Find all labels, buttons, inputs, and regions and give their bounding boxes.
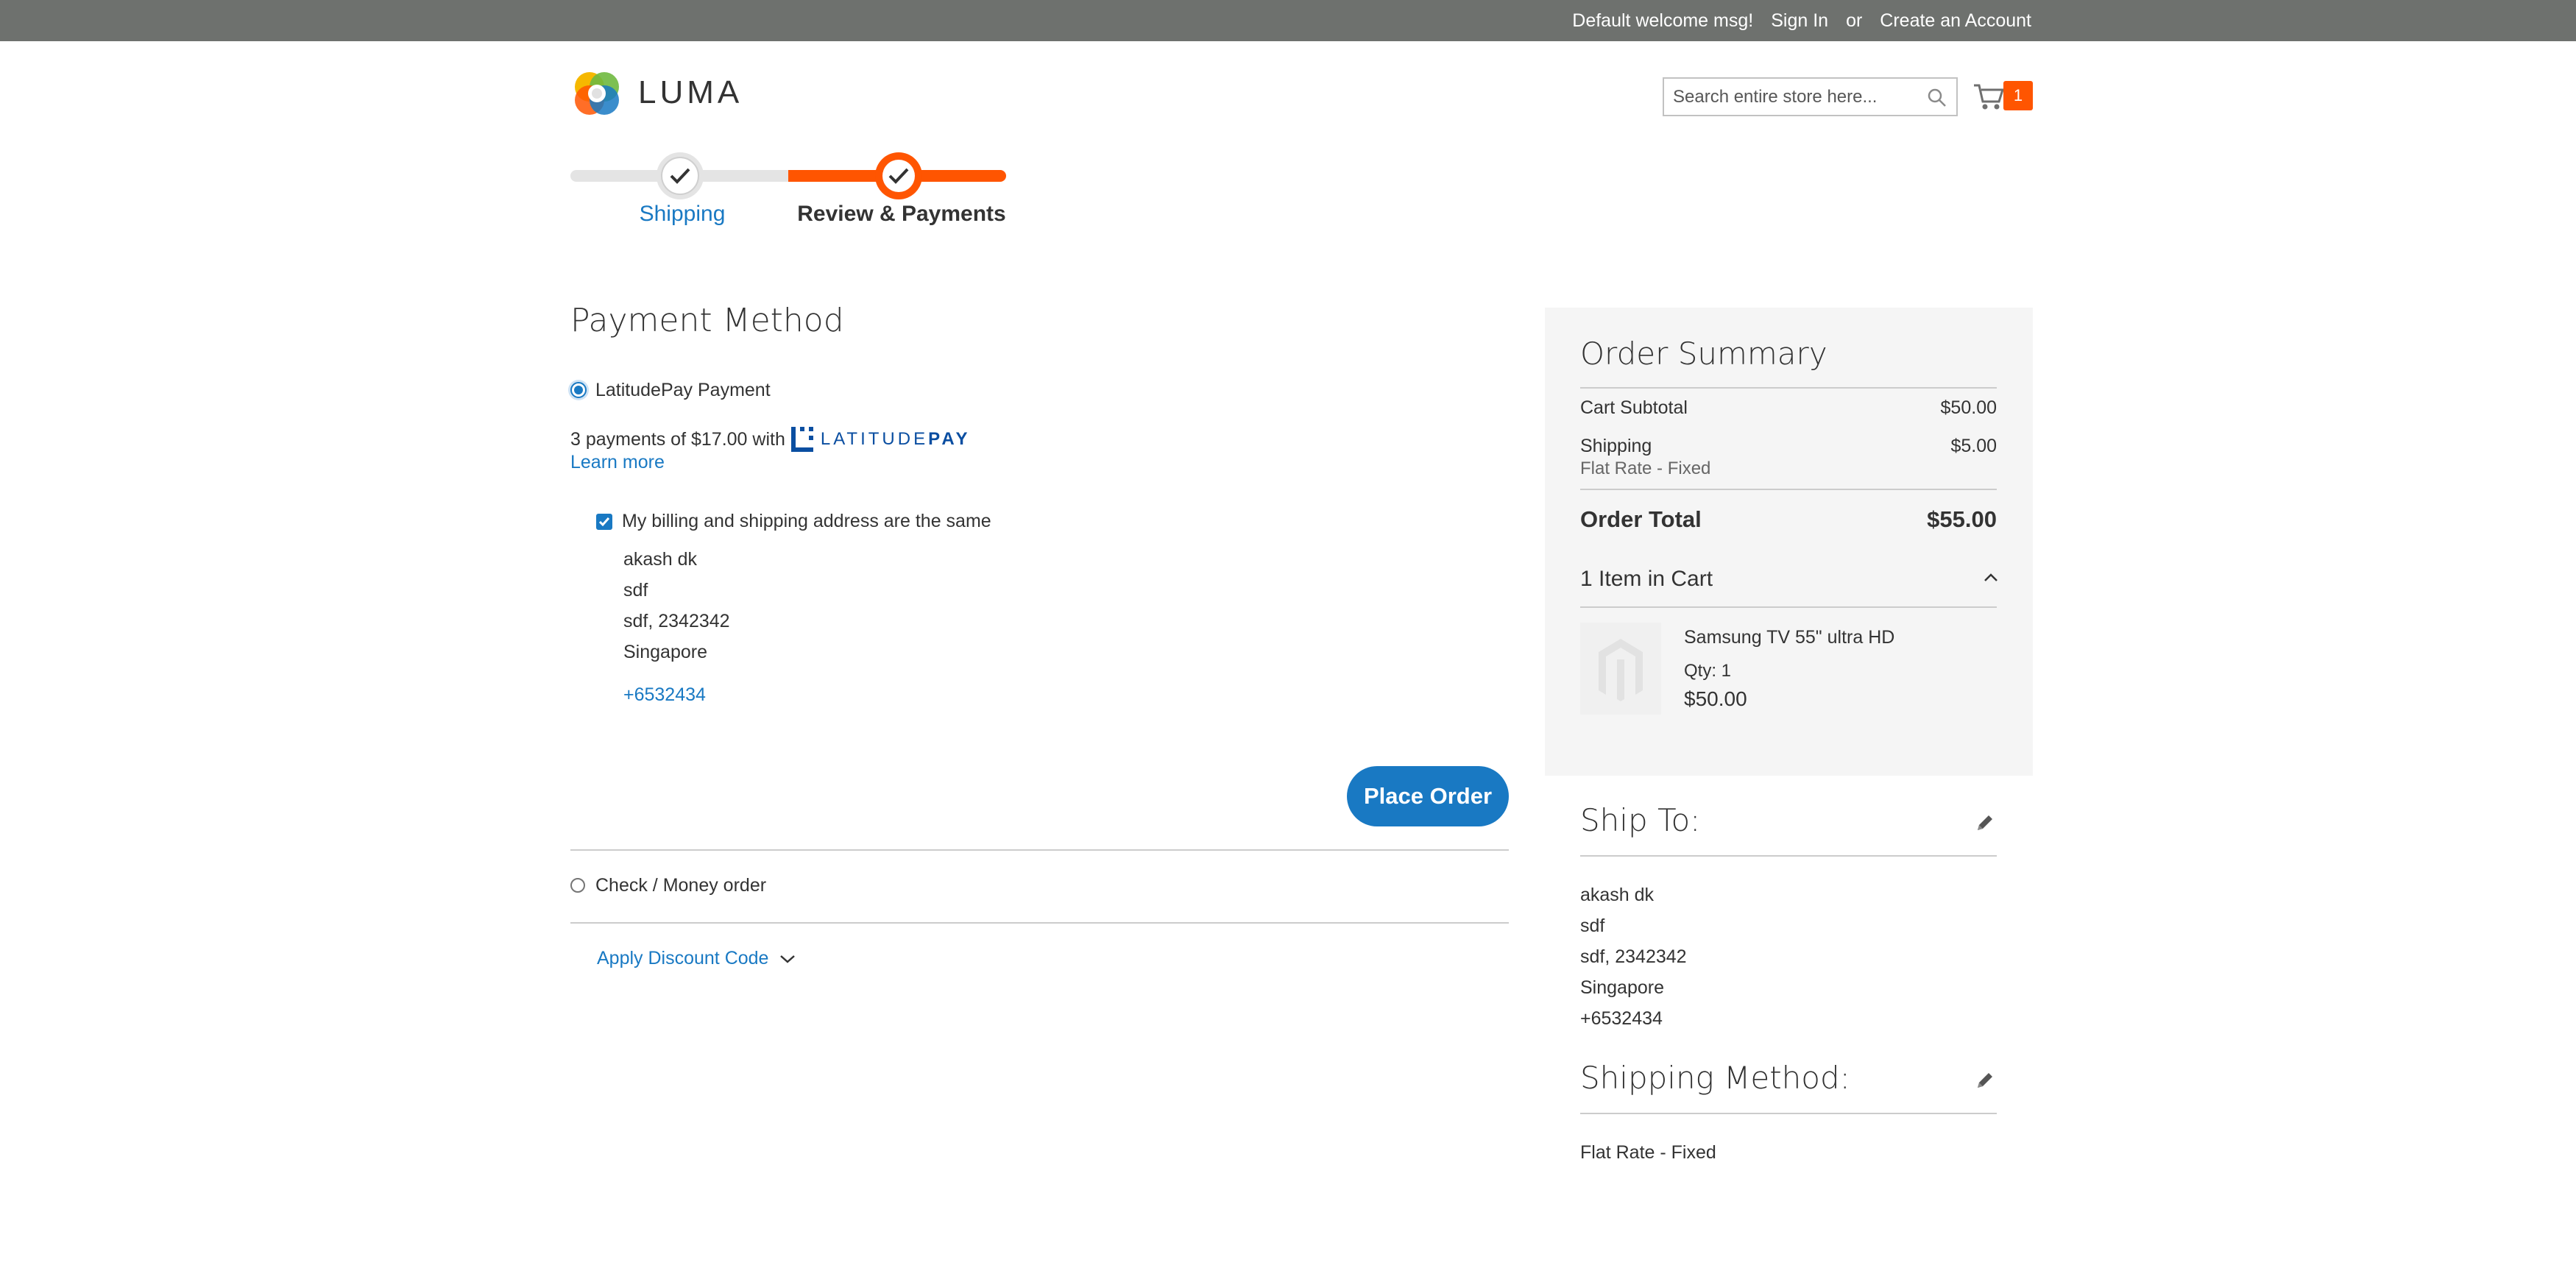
installments-line: 3 payments of $17.00 with LATITUDEPAY xyxy=(570,427,970,452)
shipping-label: Shipping xyxy=(1580,436,1652,456)
product-price: $50.00 xyxy=(1684,687,1747,710)
ship-to-name: akash dk xyxy=(1580,885,1655,905)
check-money-order-label[interactable]: Check / Money order xyxy=(595,875,766,896)
ship-to-title: Ship To: xyxy=(1580,802,1701,838)
ship-to-country: Singapore xyxy=(1580,977,1664,998)
order-total-value: $55.00 xyxy=(1927,506,1997,532)
same-address-label[interactable]: My billing and shipping address are the … xyxy=(622,511,991,532)
checkmark-icon xyxy=(888,168,909,184)
billing-name: akash dk xyxy=(623,549,698,570)
billing-country: Singapore xyxy=(623,642,707,662)
ship-to-street: sdf xyxy=(1580,916,1605,936)
items-in-cart-toggle[interactable]: 1 Item in Cart xyxy=(1580,567,1713,592)
divider xyxy=(570,849,1509,851)
sign-in-link[interactable]: Sign In xyxy=(1771,10,1828,32)
cart-subtotal-row: Cart Subtotal $50.00 xyxy=(1580,397,1997,419)
installments-text: 3 payments of $17.00 with xyxy=(570,428,785,450)
welcome-message: Default welcome msg! xyxy=(1572,10,1754,31)
cart-icon xyxy=(1974,84,2005,110)
order-summary-panel: Order Summary Cart Subtotal $50.00 Shipp… xyxy=(1545,308,2033,776)
latitudepay-radio[interactable] xyxy=(570,382,587,398)
step-shipping-label[interactable]: Shipping xyxy=(623,202,741,227)
step-review-marker xyxy=(875,152,922,199)
checkout-progress-bar: Shipping Review & Payments xyxy=(570,146,1009,241)
create-account-link[interactable]: Create an Account xyxy=(1880,10,2031,32)
mini-cart[interactable]: 1 xyxy=(1972,77,2033,113)
order-total-label: Order Total xyxy=(1580,506,1702,532)
ship-to-phone-link[interactable]: +6532434 xyxy=(1580,1008,1663,1030)
billing-phone-link[interactable]: +6532434 xyxy=(623,684,706,706)
header-links: Default welcome msg! Sign In or Create a… xyxy=(1572,0,2031,41)
billing-city-zip: sdf, 2342342 xyxy=(623,611,730,631)
step-review-label: Review & Payments xyxy=(797,202,1006,226)
cart-count-badge: 1 xyxy=(2003,81,2033,110)
search-input[interactable] xyxy=(1673,85,1916,110)
latitudepay-label[interactable]: LatitudePay Payment xyxy=(595,380,771,401)
checkbox-check-icon xyxy=(598,517,610,527)
divider xyxy=(1580,855,1997,857)
latitudepay-logo-text: LATITUDE xyxy=(820,429,929,449)
logo-wordmark: LUMA xyxy=(638,74,743,110)
search-box[interactable] xyxy=(1663,77,1958,116)
order-summary-title: Order Summary xyxy=(1580,336,1827,372)
or-separator: or xyxy=(1846,10,1863,31)
cart-subtotal-label: Cart Subtotal xyxy=(1580,397,1688,418)
divider xyxy=(1580,606,1997,608)
product-thumbnail xyxy=(1580,623,1661,715)
shipping-method-title: Shipping Method: xyxy=(1580,1060,1850,1096)
divider xyxy=(1580,1113,1997,1114)
order-total-row: Order Total $55.00 xyxy=(1580,506,1997,533)
check-money-order-radio[interactable] xyxy=(570,878,585,893)
search-icon[interactable] xyxy=(1927,88,1947,108)
chevron-up-icon[interactable] xyxy=(1984,573,1998,583)
shipping-value: $5.00 xyxy=(1950,436,1997,456)
same-address-checkbox[interactable] xyxy=(596,514,612,530)
divider xyxy=(1580,387,1997,389)
step-shipping-marker xyxy=(657,152,704,199)
ship-to-city-zip: sdf, 2342342 xyxy=(1580,946,1687,967)
product-placeholder-icon xyxy=(1599,639,1643,701)
place-order-button[interactable]: Place Order xyxy=(1347,766,1509,826)
top-header-bar: Default welcome msg! Sign In or Create a… xyxy=(0,0,2576,41)
cart-subtotal-value: $50.00 xyxy=(1940,397,1997,418)
learn-more-link[interactable]: Learn more xyxy=(570,452,665,473)
shipping-method-value: Flat Rate - Fixed xyxy=(1580,1142,1716,1163)
luma-logo-icon xyxy=(575,72,619,115)
product-qty: Qty: 1 xyxy=(1684,661,1732,681)
edit-ship-to-icon[interactable] xyxy=(1974,812,1996,834)
product-name: Samsung TV 55" ultra HD xyxy=(1684,627,1895,648)
shipping-method-note: Flat Rate - Fixed xyxy=(1580,458,1711,478)
shipping-row: Shipping $5.00 xyxy=(1580,436,1997,457)
edit-shipping-method-icon[interactable] xyxy=(1974,1069,1996,1091)
store-logo[interactable]: LUMA xyxy=(570,66,743,119)
billing-street: sdf xyxy=(623,580,648,601)
divider xyxy=(570,922,1509,924)
latitude-mark-icon xyxy=(790,427,813,452)
apply-discount-label: Apply Discount Code xyxy=(597,948,769,968)
latitudepay-logo: LATITUDEPAY xyxy=(790,427,971,452)
payment-method-title: Payment Method xyxy=(570,302,844,339)
apply-discount-toggle[interactable]: Apply Discount Code xyxy=(597,948,796,969)
checkmark-icon xyxy=(670,168,690,184)
divider xyxy=(1580,489,1997,490)
chevron-down-icon xyxy=(780,955,796,963)
latitudepay-logo-bold: PAY xyxy=(928,429,971,449)
